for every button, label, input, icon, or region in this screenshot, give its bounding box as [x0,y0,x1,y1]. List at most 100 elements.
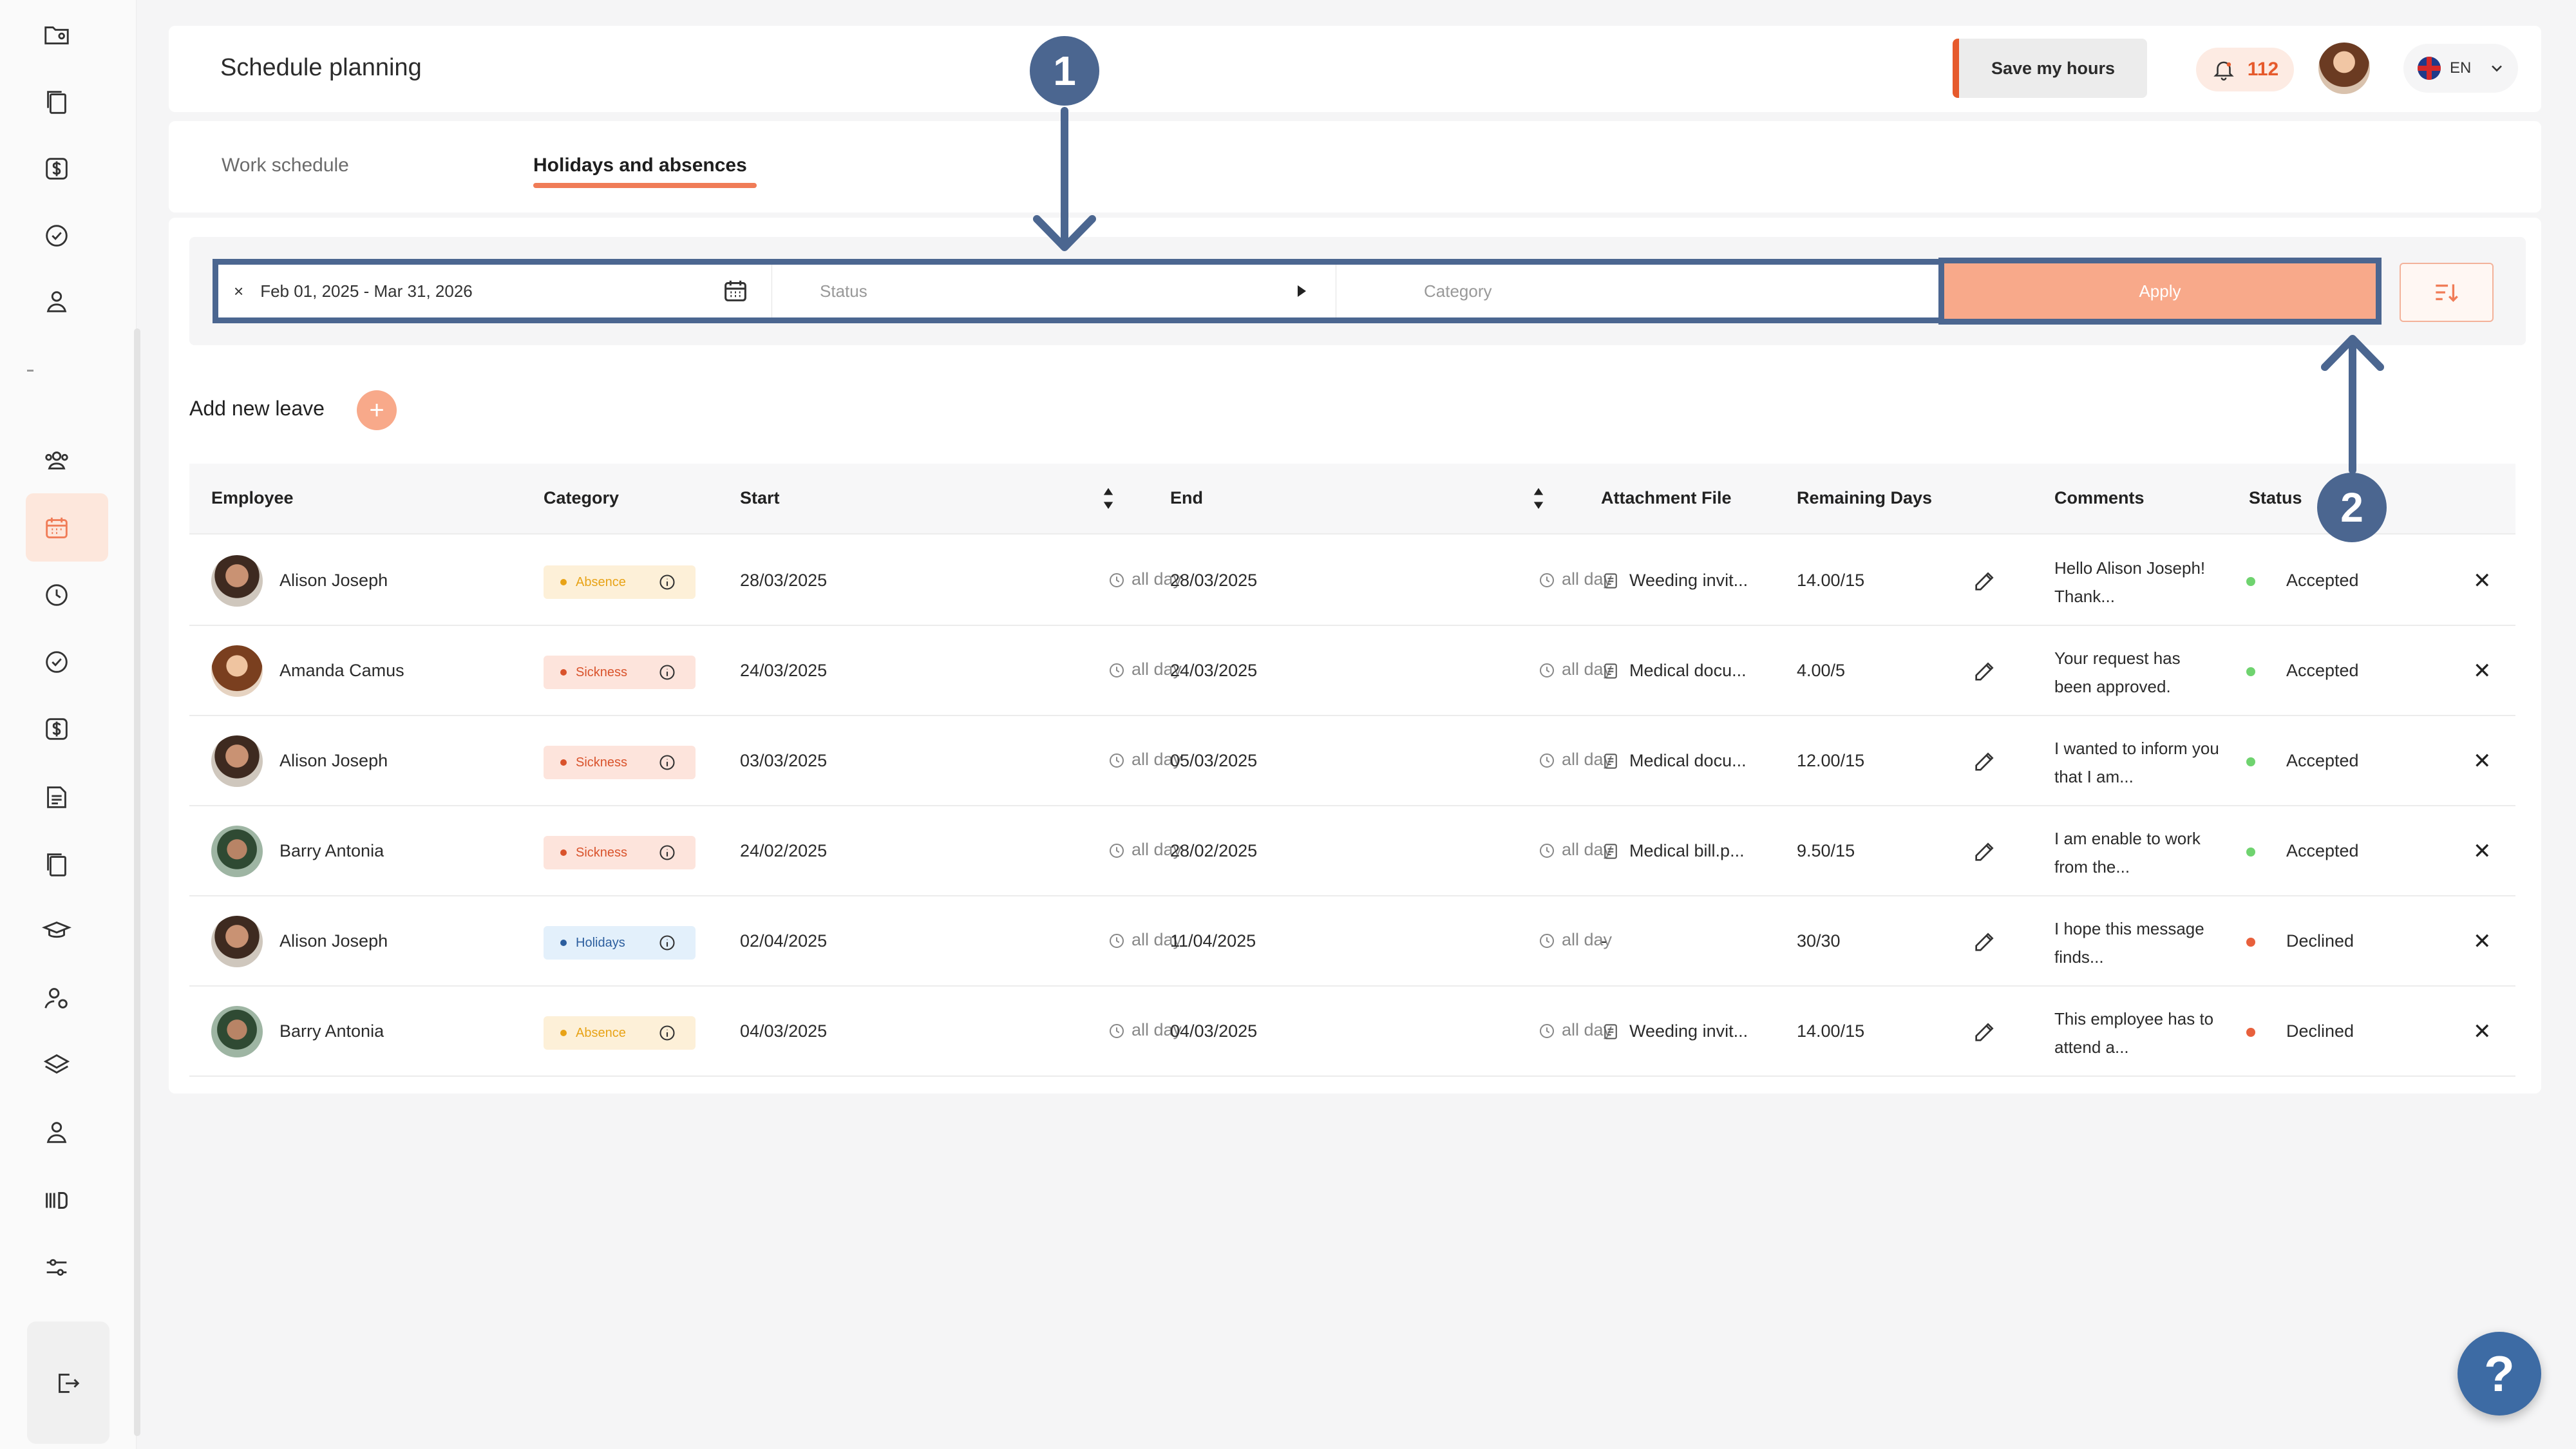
sort-end-icon[interactable] [1533,486,1544,511]
attachment-file-link[interactable]: Medical bill.p... [1601,841,1745,861]
sidebar-scrollbar[interactable] [134,328,140,1436]
layers-icon[interactable] [37,1046,76,1084]
calendar-icon[interactable] [37,509,76,547]
status-label: Declined [2286,1021,2354,1041]
file-icon [1604,843,1617,859]
status-dot [2246,1028,2255,1037]
folder-user-icon[interactable] [37,15,76,54]
info-icon[interactable] [658,753,676,772]
dollar-icon-2[interactable] [37,710,76,748]
delete-leave-icon[interactable]: ✕ [2473,658,2492,684]
delete-leave-icon[interactable]: ✕ [2473,929,2492,954]
user-avatar[interactable] [2318,43,2370,94]
barcode-icon[interactable] [37,1181,76,1220]
user-icon[interactable] [37,282,76,321]
table-row[interactable]: Alison Joseph Sickness 03/03/2025 all day 05… [189,716,2515,806]
comment-text: Your request has been approved. [2054,649,2181,696]
dollar-icon[interactable] [37,149,76,188]
graduation-cap-icon[interactable] [37,912,76,951]
status-dot [2246,938,2255,947]
start-date: 03/03/2025 [740,751,828,770]
category-label: Absence [576,1025,626,1040]
annotation-badge-1: 1 [1030,36,1099,106]
attachment-file-link[interactable]: Medical docu... [1601,751,1747,771]
table-row[interactable]: Amanda Camus Sickness 24/03/2025 all day 24/… [189,626,2515,716]
language-label: EN [2450,59,2472,77]
table-row[interactable]: Alison Joseph Holidays 02/04/2025 all day 11… [189,896,2515,987]
remaining-days: 4.00/5 [1797,661,1846,680]
comment-text: I hope this message finds... [2054,919,2204,967]
remaining-days: 9.50/15 [1797,841,1855,860]
table-row[interactable]: Alison Joseph Absence 28/03/2025 all day 28/… [189,536,2515,626]
help-button[interactable]: ? [2458,1332,2541,1416]
edit-icon[interactable] [1972,1019,1998,1045]
info-icon[interactable] [658,573,676,591]
delete-leave-icon[interactable]: ✕ [2473,568,2492,594]
end-date: 04/03/2025 [1170,1021,1258,1041]
add-leave-button[interactable]: + [357,390,397,430]
file-icon [1604,1023,1617,1039]
delete-leave-icon[interactable]: ✕ [2473,1019,2492,1045]
tab-holidays-and-absences[interactable]: Holidays and absences [533,155,747,176]
remaining-days: 30/30 [1797,931,1841,951]
category-dot [560,849,567,856]
category-dot [560,1030,567,1036]
employee-name: Alison Joseph [279,931,388,951]
documents-icon[interactable] [37,82,76,121]
edit-icon[interactable] [1972,658,1998,684]
sliders-icon[interactable] [37,1248,76,1287]
logout-icon[interactable] [48,1364,86,1403]
edit-icon[interactable] [1972,838,1998,864]
attachment-file-link[interactable]: Weeding invit... [1601,571,1748,591]
col-attachment-file: Attachment File [1601,488,1732,507]
employee-avatar [211,555,263,607]
team-icon[interactable] [37,440,76,479]
report-icon[interactable] [37,778,76,817]
clear-date-icon[interactable]: × [234,281,243,301]
user-settings-icon[interactable] [37,979,76,1018]
sort-start-icon[interactable] [1103,486,1114,511]
date-range-field[interactable]: × Feb 01, 2025 - Mar 31, 2026 [218,265,772,317]
clock-icon [1540,843,1554,858]
info-icon[interactable] [658,663,676,681]
check-circle-icon[interactable] [37,216,76,255]
table-row[interactable]: Barry Antonia Absence 04/03/2025 all day 04/… [189,987,2515,1077]
edit-icon[interactable] [1972,568,1998,594]
attachment-file-link[interactable]: Medical docu... [1601,661,1747,681]
category-label: Holidays [576,935,625,950]
clock-icon[interactable] [37,576,76,614]
check-circle-icon-2[interactable] [37,643,76,681]
notifications-button[interactable]: 112 [2196,48,2294,91]
language-selector[interactable]: EN [2403,44,2518,93]
category-dot [560,579,567,585]
status-label: Accepted [2286,841,2359,860]
documents-icon-2[interactable] [37,845,76,884]
attachment-file-link[interactable]: Weeding invit... [1601,1021,1748,1041]
comment-text: This employee has to attend a... [2054,1009,2214,1057]
table-row[interactable]: Barry Antonia Sickness 24/02/2025 all day 28… [189,806,2515,896]
delete-leave-icon[interactable]: ✕ [2473,748,2492,774]
end-date: 28/02/2025 [1170,841,1258,860]
sort-button[interactable] [2400,263,2494,322]
clock-icon [1110,573,1124,587]
delete-leave-icon[interactable]: ✕ [2473,838,2492,864]
edit-icon[interactable] [1972,929,1998,954]
tab-work-schedule[interactable]: Work schedule [222,155,349,176]
col-end: End [1170,488,1203,507]
info-icon[interactable] [658,1024,676,1042]
user-icon-2[interactable] [37,1113,76,1151]
employee-name: Alison Joseph [279,751,388,770]
info-icon[interactable] [658,934,676,952]
attachment-empty: - [1601,931,1607,951]
apply-button[interactable]: Apply [1944,263,2376,319]
employee-avatar [211,826,263,877]
calendar-picker-icon[interactable] [721,276,750,306]
save-my-hours-button[interactable]: Save my hours [1953,39,2147,98]
status-dropdown[interactable]: Status [782,265,1336,317]
main-content: × Feb 01, 2025 - Mar 31, 2026 Status Cat… [169,36,2541,1094]
comment-text: I wanted to inform you that I am... [2054,739,2219,786]
start-date: 24/02/2025 [740,841,828,860]
info-icon[interactable] [658,844,676,862]
edit-icon[interactable] [1972,748,1998,774]
table-header: Employee Category Start End Attachment F… [189,464,2515,535]
